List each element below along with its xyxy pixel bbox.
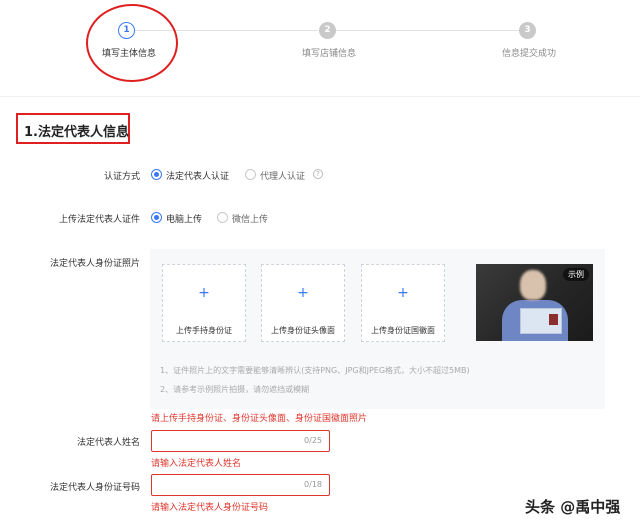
upload-label: 上传身份证头像面 — [271, 326, 335, 335]
plus-icon: + — [297, 285, 309, 301]
upload-method-label: 上传法定代表人证件 — [58, 215, 140, 225]
name-field-label: 法定代表人姓名 — [76, 438, 140, 448]
upload-handheld-id[interactable]: + 上传手持身份证 — [162, 264, 246, 342]
header-divider — [0, 96, 640, 97]
sample-id-card — [520, 308, 562, 334]
annotation-ellipse — [86, 4, 178, 82]
step-2-label: 填写店铺信息 — [302, 49, 357, 59]
radio-agent[interactable] — [245, 169, 256, 180]
step-connector — [336, 30, 519, 31]
upload-id-front[interactable]: + 上传身份证头像面 — [261, 264, 345, 342]
id-number-counter: 0/18 — [304, 480, 322, 489]
sample-photo[interactable]: 示例 — [476, 264, 593, 341]
question-circle-icon[interactable]: ? — [313, 169, 323, 179]
section-title: 1.法定代表人信息 — [24, 125, 129, 140]
plus-icon: + — [397, 285, 409, 301]
step-3-circle: 3 — [519, 22, 536, 39]
sample-badge: 示例 — [563, 268, 589, 281]
sample-person-head — [520, 270, 546, 300]
upload-id-back[interactable]: + 上传身份证国徽面 — [361, 264, 445, 342]
radio-agent-label[interactable]: 代理人认证 — [260, 169, 305, 182]
name-input-box[interactable]: 0/25 — [151, 430, 330, 452]
name-input[interactable] — [158, 431, 298, 451]
plus-icon: + — [198, 285, 210, 301]
id-photos-error: 请上传手持身份证、身份证头像面、身份证国徽面照片 — [151, 414, 368, 424]
step-3-label: 信息提交成功 — [502, 49, 557, 59]
id-number-input[interactable] — [158, 475, 298, 495]
name-counter: 0/25 — [304, 436, 322, 445]
id-number-field-label: 法定代表人身份证号码 — [49, 483, 140, 493]
watermark: 头条 @禹中强 — [525, 498, 621, 516]
upload-label: 上传身份证国徽面 — [371, 326, 435, 335]
id-number-input-box[interactable]: 0/18 — [151, 474, 330, 496]
name-error: 请输入法定代表人姓名 — [151, 459, 242, 469]
radio-pc-upload-label[interactable]: 电脑上传 — [166, 212, 202, 225]
step-2-circle: 2 — [319, 22, 336, 39]
upload-note-1: 1、证件照片上的文字需要能够清晰辨认(支持PNG、JPG和JPEG格式，大小不超… — [160, 366, 470, 375]
step-progress: 1 填写主体信息 2 填写店铺信息 3 信息提交成功 — [0, 0, 640, 95]
radio-legal-rep-label[interactable]: 法定代表人认证 — [166, 169, 229, 182]
id-number-error: 请输入法定代表人身份证号码 — [151, 503, 269, 513]
id-photos-label: 法定代表人身份证照片 — [49, 259, 140, 269]
radio-legal-rep[interactable] — [151, 169, 162, 180]
upload-label: 上传手持身份证 — [176, 326, 232, 335]
auth-method-label: 认证方式 — [103, 172, 140, 182]
upload-note-2: 2、请参考示例照片拍摄，请勿遮挡或模糊 — [160, 385, 310, 394]
radio-wechat-upload[interactable] — [217, 212, 228, 223]
sample-id-card-photo — [549, 314, 558, 325]
radio-pc-upload[interactable] — [151, 212, 162, 223]
radio-wechat-upload-label[interactable]: 微信上传 — [232, 212, 268, 225]
